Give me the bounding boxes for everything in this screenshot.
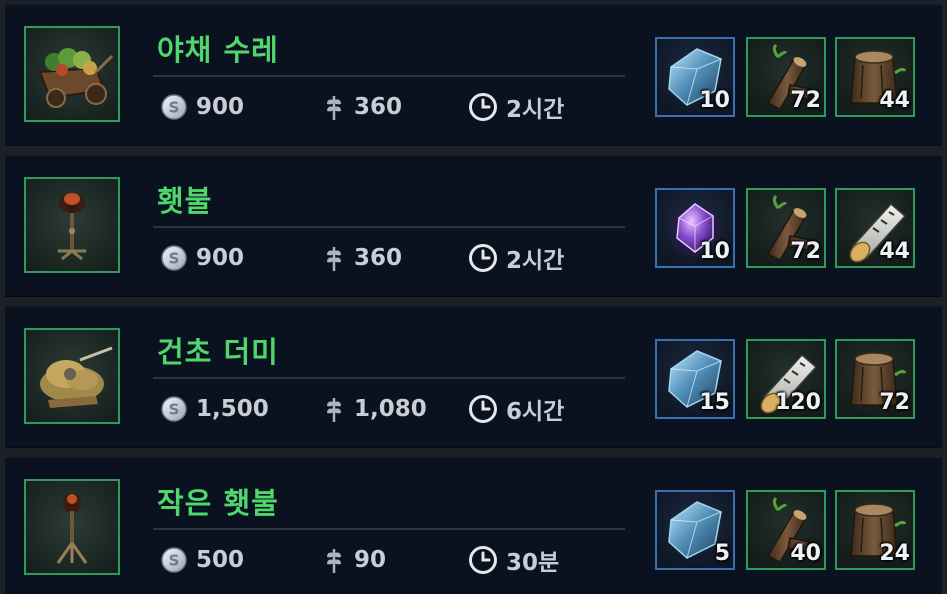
torch-icon[interactable]	[24, 177, 120, 273]
silver-cost-value: 1,500	[196, 396, 269, 422]
required-materials: 15 120 72	[655, 339, 919, 419]
grain-cost-value: 360	[354, 245, 403, 271]
svg-text:S: S	[169, 401, 180, 419]
silver-cost: S 500	[160, 542, 244, 578]
wheat-icon	[327, 96, 341, 120]
silver-cost-value: 500	[196, 547, 245, 573]
silver-cost: S 1,500	[160, 391, 269, 427]
divider	[153, 75, 625, 77]
silver-coin-icon: S	[161, 245, 187, 271]
build-time: 2시간	[468, 89, 564, 125]
divider	[153, 377, 625, 379]
silver-coin-icon: S	[161, 396, 187, 422]
recipe-costs: S 500 90 30분	[160, 542, 630, 578]
material-slot[interactable]: 15	[655, 339, 735, 419]
recipe-row-hay-pile[interactable]: 건초 더미 S 1,500 1,080 6시간 15 120 72	[5, 306, 942, 448]
svg-text:S: S	[169, 552, 180, 570]
silver-coin-icon: S	[161, 547, 187, 573]
clock-icon	[469, 244, 497, 272]
build-time-value: 6시간	[506, 399, 565, 425]
grain-cost-value: 1,080	[354, 396, 427, 422]
silver-coin-icon: S	[161, 94, 187, 120]
clock-icon	[469, 93, 497, 121]
material-slot[interactable]: 72	[746, 188, 826, 268]
vegetable-cart-icon[interactable]	[24, 26, 120, 122]
wheat-icon	[327, 398, 341, 422]
grain-cost: 1,080	[322, 391, 427, 427]
wheat-icon	[327, 247, 341, 271]
silver-cost-value: 900	[196, 94, 245, 120]
recipe-row-small-torch[interactable]: 작은 횃불 S 500 90 30분 5 40 24	[5, 457, 942, 594]
grain-cost: 360	[322, 89, 402, 125]
required-materials: 5 40 24	[655, 490, 919, 570]
silver-cost-value: 900	[196, 245, 245, 271]
build-time: 6시간	[468, 391, 564, 427]
clock-icon	[469, 395, 497, 423]
material-slot[interactable]: 72	[835, 339, 915, 419]
small-torch-icon[interactable]	[24, 479, 120, 575]
required-materials: 10 72 44	[655, 37, 919, 117]
build-time-value: 2시간	[506, 97, 565, 123]
material-slot[interactable]: 40	[746, 490, 826, 570]
recipe-list: 야채 수레 S 900 360 2시간 10 72 44 횃불 S 900 36…	[0, 0, 947, 594]
recipe-title: 횃불	[157, 184, 213, 218]
material-slot[interactable]: 5	[655, 490, 735, 570]
material-slot[interactable]: 72	[746, 37, 826, 117]
svg-text:S: S	[169, 99, 180, 117]
material-slot[interactable]: 10	[655, 37, 735, 117]
recipe-title: 야채 수레	[157, 33, 279, 67]
material-slot[interactable]: 24	[835, 490, 915, 570]
build-time-value: 30분	[506, 550, 560, 576]
recipe-row-torch[interactable]: 횃불 S 900 360 2시간 10 72 44	[5, 155, 942, 297]
clock-icon	[469, 546, 497, 574]
silver-cost: S 900	[160, 89, 244, 125]
recipe-title: 건초 더미	[157, 335, 279, 369]
required-materials: 10 72 44	[655, 188, 919, 268]
grain-cost-value: 90	[354, 547, 387, 573]
recipe-title: 작은 횃불	[157, 486, 279, 520]
wheat-icon	[327, 549, 341, 573]
recipe-costs: S 900 360 2시간	[160, 89, 630, 125]
divider	[153, 226, 625, 228]
material-slot[interactable]: 120	[746, 339, 826, 419]
grain-cost: 90	[322, 542, 386, 578]
hay-pile-icon[interactable]	[24, 328, 120, 424]
svg-text:S: S	[169, 250, 180, 268]
recipe-costs: S 1,500 1,080 6시간	[160, 391, 630, 427]
build-time: 30분	[468, 542, 559, 578]
material-slot[interactable]: 44	[835, 188, 915, 268]
silver-cost: S 900	[160, 240, 244, 276]
build-time-value: 2시간	[506, 248, 565, 274]
grain-cost: 360	[322, 240, 402, 276]
recipe-costs: S 900 360 2시간	[160, 240, 630, 276]
build-time: 2시간	[468, 240, 564, 276]
material-slot[interactable]: 10	[655, 188, 735, 268]
grain-cost-value: 360	[354, 94, 403, 120]
recipe-row-vegetable-cart[interactable]: 야채 수레 S 900 360 2시간 10 72 44	[5, 4, 942, 146]
material-slot[interactable]: 44	[835, 37, 915, 117]
divider	[153, 528, 625, 530]
